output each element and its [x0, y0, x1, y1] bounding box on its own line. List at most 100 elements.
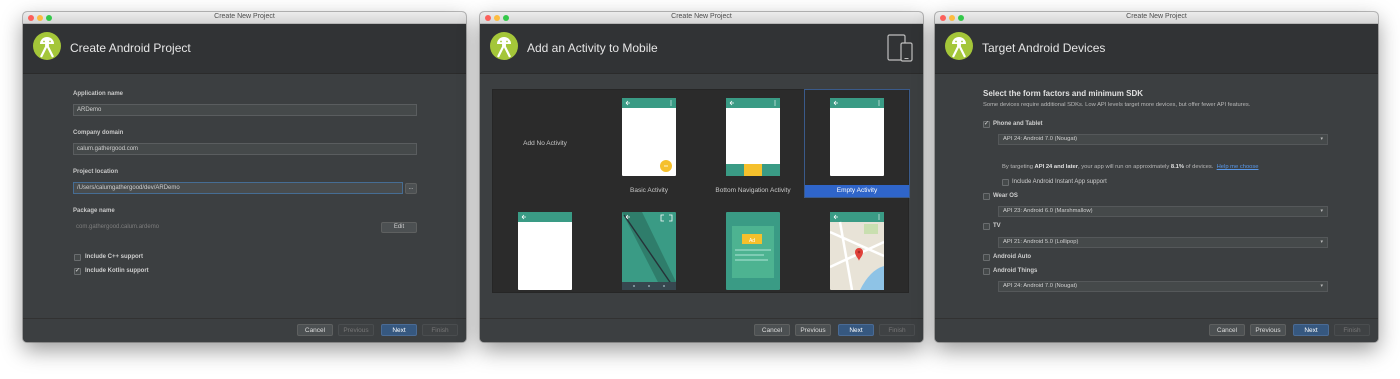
previous-button[interactable]: Previous	[795, 324, 831, 336]
next-button[interactable]: Next	[1293, 324, 1329, 336]
window-title: Create New Project	[214, 13, 275, 20]
android-things-checkbox[interactable]	[983, 268, 990, 275]
window-title: Create New Project	[671, 13, 732, 20]
android-things-label: Android Things	[993, 268, 1038, 274]
wizard-header: Add an Activity to Mobile	[480, 24, 923, 74]
previous-button[interactable]: Previous	[1250, 324, 1286, 336]
finish-button[interactable]: Finish	[422, 324, 458, 336]
phone-tablet-label: Phone and Tablet	[993, 121, 1043, 127]
basic-activity-preview	[622, 98, 676, 176]
form-factors-title: Select the form factors and minimum SDK	[983, 89, 1144, 98]
note-prefix: By targeting	[1002, 164, 1035, 170]
instant-app-label: Include Android Instant App support	[1012, 179, 1107, 185]
kotlin-support-label: Include Kotlin support	[85, 268, 149, 274]
help-me-choose-link[interactable]: Help me choose	[1217, 164, 1259, 170]
things-api-value: API 24: Android 7.0 (Nougat)	[1003, 283, 1078, 289]
maps-activity-preview	[830, 212, 884, 290]
bottom-navigation-label: Bottom Navigation Activity	[715, 187, 791, 194]
cpp-support-checkbox[interactable]	[74, 254, 81, 261]
android-studio-logo-icon	[490, 32, 518, 60]
instant-app-checkbox[interactable]	[1002, 179, 1009, 186]
empty-activity-label: Empty Activity	[805, 185, 909, 197]
no-activity-label: Add No Activity	[523, 140, 567, 147]
wizard-footer: Cancel Previous Next Finish	[935, 318, 1378, 342]
no-activity-tile[interactable]: Add No Activity	[493, 90, 597, 197]
bottom-navigation-preview	[726, 98, 780, 176]
wizard-footer: Cancel Previous Next Finish	[480, 318, 923, 342]
application-name-field[interactable]: ARDemo	[73, 104, 417, 116]
things-api-select[interactable]: API 24: Android 7.0 (Nougat) ▾	[998, 281, 1328, 292]
wear-os-label: Wear OS	[993, 193, 1018, 199]
phone-tablet-icon	[887, 34, 913, 62]
chevron-down-icon: ▾	[1320, 239, 1323, 245]
note-api-level: API 24 and later	[1034, 164, 1079, 170]
wizard-footer: Cancel Previous Next Finish	[23, 318, 466, 342]
chevron-down-icon: ▾	[1320, 136, 1323, 142]
tv-checkbox[interactable]	[983, 223, 990, 230]
empty-activity-tile[interactable]: Empty Activity	[804, 89, 910, 198]
wizard-header: Target Android Devices	[935, 24, 1378, 74]
chevron-down-icon: ▾	[1320, 283, 1323, 289]
phone-api-select[interactable]: API 24: Android 7.0 (Nougat) ▾	[998, 134, 1328, 145]
phone-api-value: API 24: Android 7.0 (Nougat)	[1003, 136, 1078, 142]
basic-activity-tile[interactable]: Basic Activity	[597, 90, 701, 197]
fragment-activity-preview	[518, 212, 572, 290]
company-domain-field[interactable]: calum.gathergood.com	[73, 143, 417, 155]
project-location-label: Project location	[73, 169, 119, 175]
chevron-down-icon: ▾	[1320, 208, 1323, 214]
form-factors-subtitle: Some devices require additional SDKs. Lo…	[983, 102, 1251, 108]
wizard-header: Create Android Project	[23, 24, 466, 74]
cancel-button[interactable]: Cancel	[1209, 324, 1245, 336]
cpp-support-label: Include C++ support	[85, 254, 144, 260]
page-title: Create Android Project	[70, 41, 191, 55]
ads-activity-preview	[726, 212, 780, 290]
maps-activity-tile[interactable]	[805, 204, 909, 311]
fullscreen-activity-tile[interactable]	[597, 204, 701, 311]
package-name-value: com.gathergood.calum.ardemo	[76, 224, 160, 230]
add-activity-window: Create New Project Add an Activity to Mo…	[480, 12, 923, 342]
wear-api-select[interactable]: API 23: Android 6.0 (Marshmallow) ▾	[998, 206, 1328, 217]
fragment-activity-tile[interactable]	[493, 204, 597, 311]
basic-activity-label: Basic Activity	[630, 187, 668, 194]
cancel-button[interactable]: Cancel	[754, 324, 790, 336]
activity-gallery: Add No Activity Basic Activity Bottom Na…	[492, 89, 910, 293]
target-devices-window: Create New Project Target Android Device…	[935, 12, 1378, 342]
next-button[interactable]: Next	[381, 324, 417, 336]
company-domain-label: Company domain	[73, 130, 124, 136]
window-title: Create New Project	[1126, 13, 1187, 20]
kotlin-support-checkbox[interactable]: ✓	[74, 268, 81, 275]
project-location-field[interactable]: /Users/calumgathergood/dev/ARDemo	[73, 182, 403, 194]
phone-tablet-checkbox[interactable]: ✓	[983, 121, 990, 128]
page-title: Target Android Devices	[982, 41, 1106, 55]
ads-activity-tile[interactable]: Ad	[701, 204, 805, 311]
tv-api-select[interactable]: API 21: Android 5.0 (Lollipop) ▾	[998, 237, 1328, 248]
check-icon: ✓	[75, 268, 81, 274]
create-project-window: Create New Project Create Android Projec…	[23, 12, 466, 342]
android-auto-label: Android Auto	[993, 254, 1032, 260]
fullscreen-activity-preview	[622, 212, 676, 290]
finish-button[interactable]: Finish	[879, 324, 915, 336]
previous-button[interactable]: Previous	[338, 324, 374, 336]
application-name-label: Application name	[73, 91, 124, 97]
finish-button[interactable]: Finish	[1334, 324, 1370, 336]
android-auto-checkbox[interactable]	[983, 254, 990, 261]
wear-os-checkbox[interactable]	[983, 193, 990, 200]
tv-label: TV	[993, 223, 1001, 229]
empty-activity-preview	[830, 98, 884, 176]
note-mid: , your app will run on approximately	[1078, 164, 1171, 170]
bottom-navigation-tile[interactable]: Bottom Navigation Activity	[701, 90, 805, 197]
edit-package-button[interactable]: Edit	[381, 222, 417, 233]
check-icon: ✓	[984, 121, 990, 127]
api-coverage-note: By targeting API 24 and later, your app …	[1002, 164, 1259, 170]
note-percentage: 8.1%	[1170, 164, 1185, 170]
next-button[interactable]: Next	[838, 324, 874, 336]
android-studio-logo-icon	[945, 32, 973, 60]
cancel-button[interactable]: Cancel	[297, 324, 333, 336]
title-bar: Create New Project	[935, 12, 1378, 24]
wear-api-value: API 23: Android 6.0 (Marshmallow)	[1003, 208, 1093, 214]
browse-button[interactable]: ...	[405, 183, 417, 194]
ad-badge: Ad	[748, 238, 756, 244]
tv-api-value: API 21: Android 5.0 (Lollipop)	[1003, 239, 1079, 245]
title-bar: Create New Project	[23, 12, 466, 24]
android-studio-logo-icon	[33, 32, 61, 60]
